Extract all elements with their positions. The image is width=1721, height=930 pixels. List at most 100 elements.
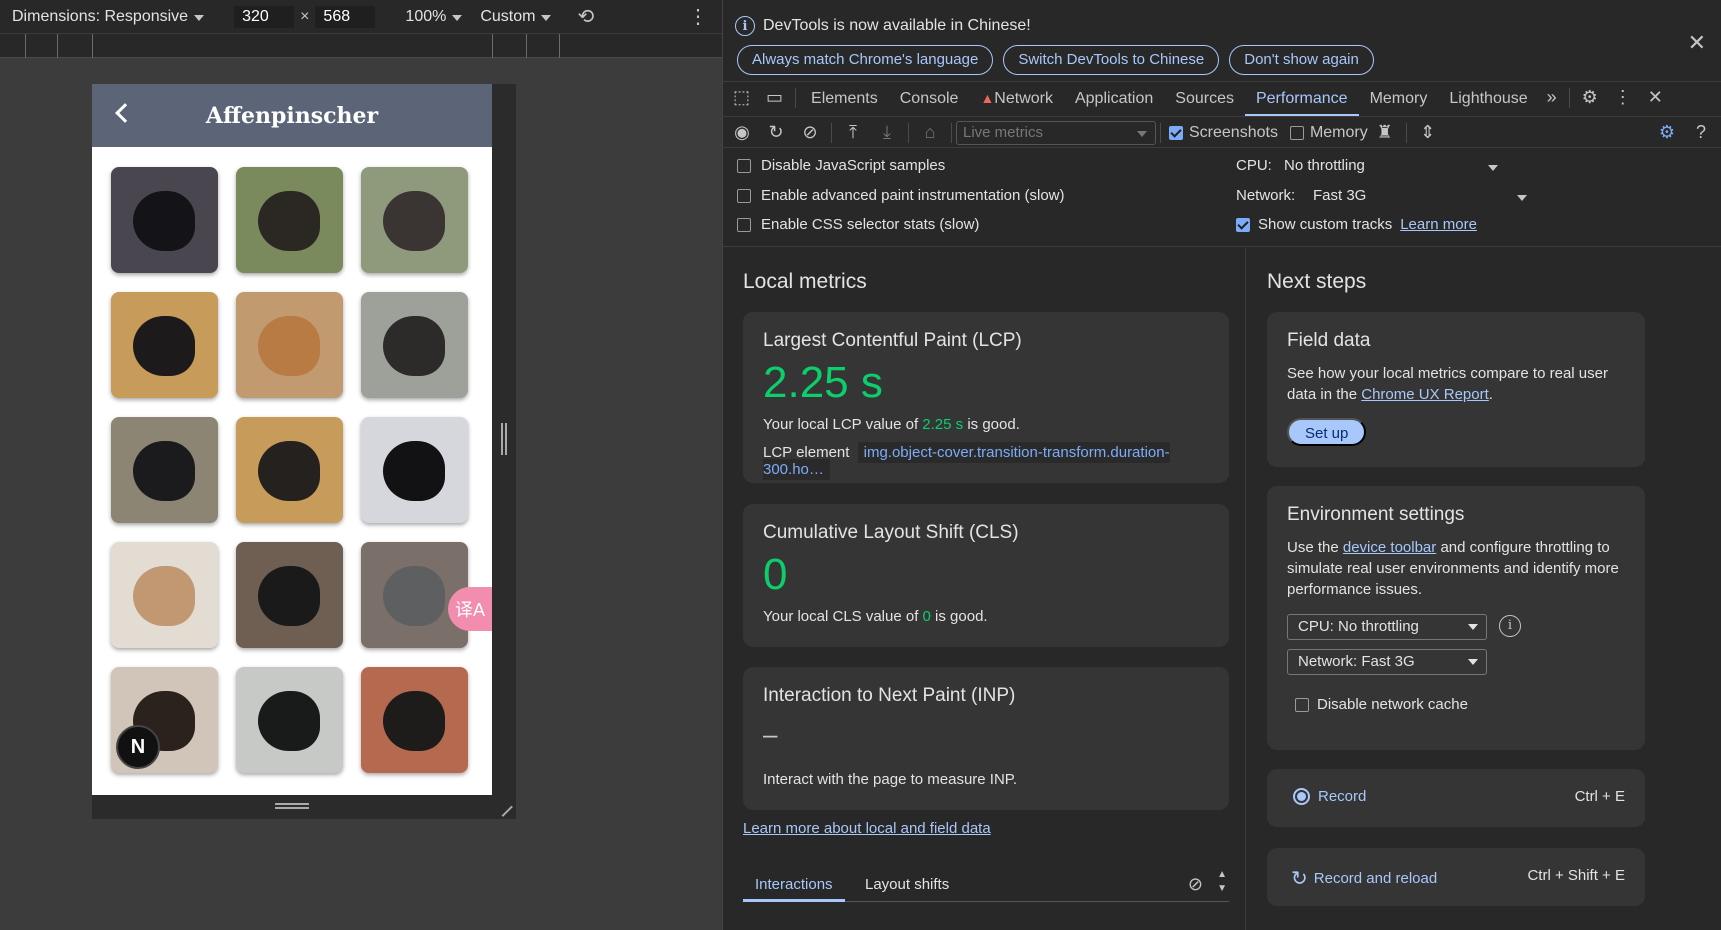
match-language-button[interactable]: Always match Chrome's language xyxy=(737,45,994,75)
chevron-down-icon[interactable] xyxy=(1517,195,1527,201)
record-reload-label: Record and reload xyxy=(1313,870,1438,887)
dog-photo-shape xyxy=(133,441,195,501)
memory-checkbox[interactable] xyxy=(1289,125,1304,140)
disable-js-checkbox[interactable] xyxy=(737,158,751,173)
nextjs-badge[interactable]: N xyxy=(116,725,160,769)
throttle-dropdown[interactable]: Custom xyxy=(480,8,552,26)
settings-gear-icon[interactable]: ⚙ xyxy=(1574,87,1606,116)
scroll-arrows-icon[interactable]: ▲ ▼ xyxy=(1217,868,1227,896)
translate-icon[interactable]: 译A xyxy=(448,587,492,631)
capture-settings: Disable JavaScript samples Enable advanc… xyxy=(723,149,1721,247)
close-icon[interactable]: ✕ xyxy=(1688,30,1706,56)
record-reload-action[interactable]: ↻ Record and reload xyxy=(1291,866,1437,891)
device-toolbar-link[interactable]: device toolbar xyxy=(1343,539,1436,556)
reload-record-icon[interactable]: ↻ xyxy=(759,122,793,143)
dog-thumbnail[interactable] xyxy=(236,167,343,273)
home-icon[interactable]: ⌂ xyxy=(913,122,947,143)
network-throttle-row[interactable]: Network: Fast 3G xyxy=(1236,187,1366,204)
resize-handle-right[interactable] xyxy=(492,84,516,819)
clear-icon[interactable]: ⊘ xyxy=(793,122,827,143)
dog-photo-shape xyxy=(383,566,445,626)
dog-thumbnail[interactable] xyxy=(361,167,468,273)
css-stats-row[interactable]: Enable CSS selector stats (slow) xyxy=(737,216,979,233)
tab-console[interactable]: Console xyxy=(889,90,970,116)
disable-js-row[interactable]: Disable JavaScript samples xyxy=(737,157,945,174)
dimensions-dropdown[interactable]: Dimensions: Responsive xyxy=(12,8,205,26)
chevron-down-icon[interactable] xyxy=(1488,165,1498,171)
more-options-icon[interactable]: ⋮ xyxy=(1606,87,1640,116)
tab-application[interactable]: Application xyxy=(1064,90,1164,116)
inspect-element-icon[interactable]: ⬚ xyxy=(723,87,758,116)
dog-thumbnail[interactable] xyxy=(111,417,218,523)
chrome-ux-report-link[interactable]: Chrome UX Report xyxy=(1361,386,1489,403)
clear-log-icon[interactable]: ⊘ xyxy=(1188,874,1203,895)
resize-corner-icon[interactable] xyxy=(493,797,513,817)
dog-photo-shape xyxy=(383,441,445,501)
tab-interactions[interactable]: Interactions xyxy=(743,876,845,902)
inp-card: Interaction to Next Paint (INP) – Intera… xyxy=(743,667,1229,810)
recording-select[interactable]: Live metrics xyxy=(956,120,1156,145)
info-icon[interactable]: i xyxy=(1499,615,1521,637)
learn-local-field-link[interactable]: Learn more about local and field data xyxy=(743,820,991,837)
resize-handle-bottom[interactable] xyxy=(92,795,516,819)
rotate-icon[interactable]: ⟲ xyxy=(577,4,594,29)
help-icon[interactable]: ? xyxy=(1684,122,1718,143)
record-action[interactable]: Record xyxy=(1293,788,1366,805)
dog-photo-shape xyxy=(258,191,320,251)
disable-cache-checkbox[interactable] xyxy=(1295,697,1309,712)
learn-more-link[interactable]: Learn more xyxy=(1400,216,1477,233)
close-devtools-icon[interactable]: ✕ xyxy=(1640,87,1671,116)
record-icon[interactable]: ◉ xyxy=(725,122,759,143)
record-card[interactable]: Record Ctrl + E xyxy=(1267,769,1645,827)
more-tabs-icon[interactable]: » xyxy=(1539,87,1565,116)
garbage-collect-icon[interactable]: ♜ xyxy=(1368,122,1402,143)
record-reload-card[interactable]: ↻ Record and reload Ctrl + Shift + E xyxy=(1267,848,1645,906)
tab-network[interactable]: ▲Network xyxy=(969,90,1064,116)
dog-thumbnail[interactable] xyxy=(361,417,468,523)
zoom-dropdown[interactable]: 100% xyxy=(405,8,463,26)
tab-sources[interactable]: Sources xyxy=(1164,90,1245,116)
dog-thumbnail[interactable] xyxy=(361,667,468,773)
tab-layout-shifts[interactable]: Layout shifts xyxy=(865,876,949,893)
dog-photo-shape xyxy=(133,566,195,626)
css-stats-checkbox[interactable] xyxy=(737,217,751,232)
dog-thumbnail[interactable] xyxy=(111,292,218,398)
adv-paint-row[interactable]: Enable advanced paint instrumentation (s… xyxy=(737,187,1065,204)
custom-tracks-checkbox[interactable] xyxy=(1236,217,1250,232)
switch-chinese-button[interactable]: Switch DevTools to Chinese xyxy=(1003,45,1220,75)
dont-show-again-button[interactable]: Don't show again xyxy=(1229,45,1374,75)
adv-paint-checkbox[interactable] xyxy=(737,188,751,203)
dog-thumbnail[interactable] xyxy=(236,417,343,523)
tab-performance[interactable]: Performance xyxy=(1244,90,1359,116)
width-input[interactable]: 320 xyxy=(234,5,295,28)
set-up-button[interactable]: Set up xyxy=(1287,418,1367,446)
device-toggle-icon[interactable]: ▭ xyxy=(758,87,791,116)
dog-thumbnail[interactable] xyxy=(111,542,218,648)
network-throttle-select[interactable]: Network: Fast 3G xyxy=(1287,649,1487,675)
cpu-value[interactable]: No throttling xyxy=(1284,157,1365,174)
disable-cache-row[interactable]: Disable network cache xyxy=(1295,696,1468,713)
dog-photo-shape xyxy=(133,316,195,376)
infobar-text: DevTools is now available in Chinese! xyxy=(763,17,1031,34)
ruler-tick xyxy=(559,34,560,58)
tab-elements[interactable]: Elements xyxy=(800,90,889,116)
custom-tracks-row[interactable]: Show custom tracks Learn more xyxy=(1236,216,1477,233)
dog-thumbnail[interactable] xyxy=(111,167,218,273)
env-title: Environment settings xyxy=(1287,504,1465,525)
dog-thumbnail[interactable] xyxy=(236,542,343,648)
collapse-settings-icon[interactable]: ⇕ xyxy=(1411,122,1445,143)
dog-thumbnail[interactable] xyxy=(361,292,468,398)
upload-icon[interactable]: ⤒ xyxy=(836,122,870,143)
cpu-throttle-row[interactable]: CPU: No throttling xyxy=(1236,157,1365,174)
more-options-icon[interactable]: ⋮ xyxy=(688,4,708,29)
cpu-throttle-select[interactable]: CPU: No throttling xyxy=(1287,614,1487,640)
dog-thumbnail[interactable] xyxy=(236,292,343,398)
tab-lighthouse[interactable]: Lighthouse xyxy=(1438,90,1538,116)
network-value[interactable]: Fast 3G xyxy=(1313,187,1366,204)
capture-settings-icon[interactable]: ⚙ xyxy=(1650,122,1684,143)
tab-memory[interactable]: Memory xyxy=(1359,90,1439,116)
height-input[interactable]: 568 xyxy=(315,5,376,28)
download-icon[interactable]: ⤓ xyxy=(870,122,904,143)
screenshots-checkbox[interactable] xyxy=(1169,125,1183,140)
dog-thumbnail[interactable] xyxy=(236,667,343,773)
